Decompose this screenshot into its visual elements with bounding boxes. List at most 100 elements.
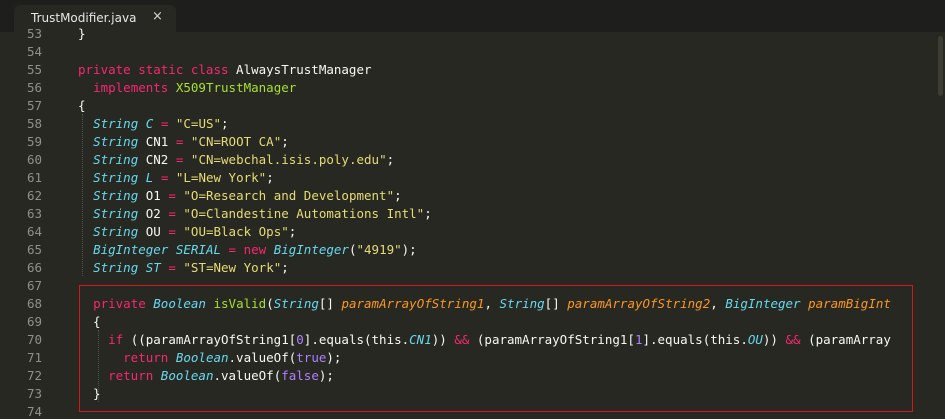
code-token: "ST=New York"	[183, 260, 282, 275]
code-line[interactable]: private static class AlwaysTrustManager	[78, 62, 372, 77]
code-line[interactable]: }	[78, 26, 86, 41]
code-token: ;	[281, 260, 289, 275]
code-token: true	[296, 350, 327, 365]
code-token: ST	[145, 260, 161, 275]
code-token: paramArrayOfString2	[567, 296, 711, 311]
code-token: "4919"	[356, 242, 402, 257]
code-token: Boolean	[153, 296, 206, 311]
tab-bar: TrustModifier.java ×	[0, 0, 945, 32]
line-number: 61	[26, 170, 42, 185]
code-token: ,	[484, 296, 500, 311]
code-token: "CN=ROOT CA"	[190, 134, 282, 149]
code-token: AlwaysTrustManager	[236, 62, 372, 77]
code-token: String	[93, 134, 139, 149]
line-number: 54	[26, 44, 42, 59]
code-token: X509TrustManager	[175, 80, 297, 95]
code-line[interactable]: String CN2 = "CN=webchal.isis.poly.edu";	[78, 152, 394, 167]
code-token: {	[78, 98, 86, 113]
code-token: isValid	[213, 296, 267, 311]
line-number: 69	[26, 314, 42, 329]
code-token: .valueOf(	[228, 350, 297, 365]
line-number: 65	[26, 242, 42, 257]
code-token: (	[348, 242, 357, 257]
code-line[interactable]: {	[78, 314, 101, 329]
line-number: 74	[26, 404, 42, 419]
code-token: ;	[221, 116, 229, 131]
code-token: []	[544, 296, 568, 311]
code-token: CN2	[138, 152, 176, 167]
line-number: 62	[26, 188, 42, 203]
code-token: OU	[747, 332, 763, 347]
code-token: =	[168, 224, 176, 239]
code-token: =	[168, 206, 176, 221]
code-token: "O=Research and Development"	[183, 188, 395, 203]
code-line[interactable]: }	[78, 386, 101, 401]
vertical-scrollbar[interactable]	[934, 32, 945, 416]
line-number: 53	[26, 26, 42, 41]
code-token: ,	[710, 296, 726, 311]
code-token: }	[78, 26, 86, 41]
code-line[interactable]: String O2 = "O=Clandestine Automations I…	[78, 206, 432, 221]
line-number: 68	[26, 296, 42, 311]
code-token: }	[78, 386, 101, 401]
code-line[interactable]: String L = "L=New York";	[78, 170, 274, 185]
code-token: );	[318, 368, 334, 383]
code-line[interactable]: if ((paramArrayOfString1[0].equals(this.…	[78, 332, 891, 347]
code-token: []	[318, 296, 342, 311]
code-line[interactable]: private Boolean isValid(String[] paramAr…	[78, 296, 891, 311]
line-number-gutter: 53 54 55 56 57 58 59 60 61 62 63 64 65 66 67 68 69 70 71 72…	[0, 26, 50, 419]
code-line[interactable]: String OU = "OU=Black Ops";	[78, 224, 296, 239]
line-number: 70	[26, 332, 42, 347]
code-line[interactable]: String ST = "ST=New York";	[78, 260, 289, 275]
code-line[interactable]: String O1 = "O=Research and Development"…	[78, 188, 402, 203]
line-number: 71	[26, 350, 42, 365]
code-token: &&	[785, 332, 801, 347]
line-number: 63	[26, 206, 42, 221]
code-token: OU	[138, 224, 169, 239]
code-token: Boolean	[160, 368, 214, 383]
code-token: private static class	[78, 62, 237, 77]
code-line[interactable]: String CN1 = "CN=ROOT CA";	[78, 134, 289, 149]
line-number: 56	[26, 80, 42, 95]
code-token: String	[93, 188, 139, 203]
code-token: private	[93, 296, 154, 311]
code-line[interactable]: {	[78, 98, 86, 113]
line-number: 67	[26, 278, 42, 293]
code-line[interactable]: return Boolean.valueOf(true);	[78, 350, 341, 365]
code-token: String	[93, 206, 139, 221]
code-line[interactable]: BigInteger SERIAL = new BigInteger("4919…	[78, 242, 417, 257]
code-token: {	[78, 314, 101, 329]
code-token: String	[499, 296, 545, 311]
line-number: 55	[26, 62, 42, 77]
code-line[interactable]: return Boolean.valueOf(false);	[78, 368, 334, 383]
code-token: return	[123, 350, 176, 365]
code-line[interactable]: String C = "C=US";	[78, 116, 229, 131]
scrollbar-thumb[interactable]	[938, 36, 943, 96]
code-token: if	[108, 332, 124, 347]
code-token: String	[93, 170, 139, 185]
code-line[interactable]: implements X509TrustManager	[78, 80, 296, 95]
code-token: SERIAL	[175, 242, 222, 257]
code-token: =	[168, 260, 176, 275]
code-token: ].equals(this.	[303, 332, 410, 347]
code-token: ))	[762, 332, 786, 347]
code-token: =	[168, 188, 176, 203]
code-token: ;	[281, 134, 289, 149]
code-token: &&	[454, 332, 470, 347]
code-token: ;	[394, 188, 402, 203]
close-icon[interactable]: ×	[152, 9, 163, 24]
